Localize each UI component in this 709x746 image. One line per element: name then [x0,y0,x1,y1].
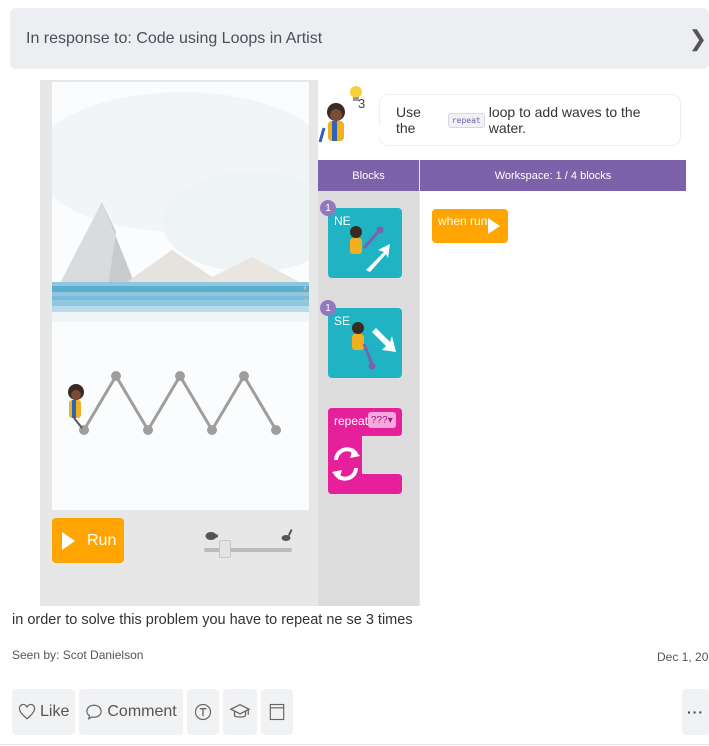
instruction-bubble: Use the repeat loop to add waves to the … [370,95,680,145]
when-run-block[interactable]: when run [432,209,508,243]
instruction-code: repeat [447,112,485,128]
heart-icon [18,703,36,720]
repeat-count-value: ??? [371,414,388,426]
repeat-count-dropdown[interactable]: ??? ▾ [368,412,396,428]
graduation-cap-icon [229,703,251,718]
graduation-button[interactable] [222,689,257,735]
se-arrow-icon [352,322,396,370]
comment-button[interactable]: Comment [79,689,183,735]
translate-button[interactable] [186,689,219,735]
post-actions: Like Comment [12,689,293,735]
play-icon [488,218,500,234]
like-label: Like [40,703,70,720]
response-title: In response to: Code using Loops in Arti… [26,29,323,47]
artist-puzzle-embed: Run 3 Use the repeat loop to add waves t… [40,80,686,606]
chevron-right-icon[interactable]: ❯ [689,26,707,52]
comment-label: Comment [107,703,177,720]
post-text: in order to solve this problem you have … [12,612,413,628]
turtle-icon [205,532,218,540]
ne-block[interactable]: 1 NE [320,200,402,278]
repeat-block[interactable]: repeat ??? ▾ [328,408,402,498]
divider [0,744,709,745]
run-label: Run [87,531,117,549]
workspace-header: Workspace: 1 / 4 blocks [420,160,686,191]
instruction-suffix: loop to add waves to the water. [488,104,641,136]
play-icon [62,531,75,550]
repeat-label: repeat [334,414,369,428]
instruction-prefix: Use the [396,104,421,136]
when-run-label: when run [438,214,488,228]
blocks-header: Blocks [318,160,419,191]
ne-arrow-icon [350,226,390,272]
blocks-workspace[interactable]: when run [420,191,686,606]
se-block[interactable]: 1 SE [320,300,402,378]
response-header[interactable]: In response to: Code using Loops in Arti… [10,8,709,69]
comment-icon [86,704,103,720]
rabbit-icon [281,529,293,541]
like-button[interactable]: Like [12,689,76,735]
folder-button[interactable] [260,689,293,735]
post-date: Dec 1, 2017 [657,650,709,664]
instructions-panel: 3 Use the repeat loop to add waves to th… [318,80,686,160]
hint-count: 3 [358,96,365,111]
hint-avatar: 3 [318,86,365,143]
artist-drawing [52,82,309,510]
artist-canvas [52,82,309,510]
slider-track [204,548,292,552]
more-icon: ··· [687,704,704,720]
seen-by[interactable]: Seen by: Scot Danielson [12,648,143,662]
translate-icon [194,703,211,721]
speed-slider[interactable] [200,528,300,564]
slider-thumb[interactable] [219,540,232,558]
folder-icon [269,703,284,721]
run-button[interactable]: Run [52,518,124,563]
more-options-button[interactable]: ··· [682,689,709,735]
blocks-toolbox: 1 NE 1 SE repeat ??? ▾ [318,191,419,606]
